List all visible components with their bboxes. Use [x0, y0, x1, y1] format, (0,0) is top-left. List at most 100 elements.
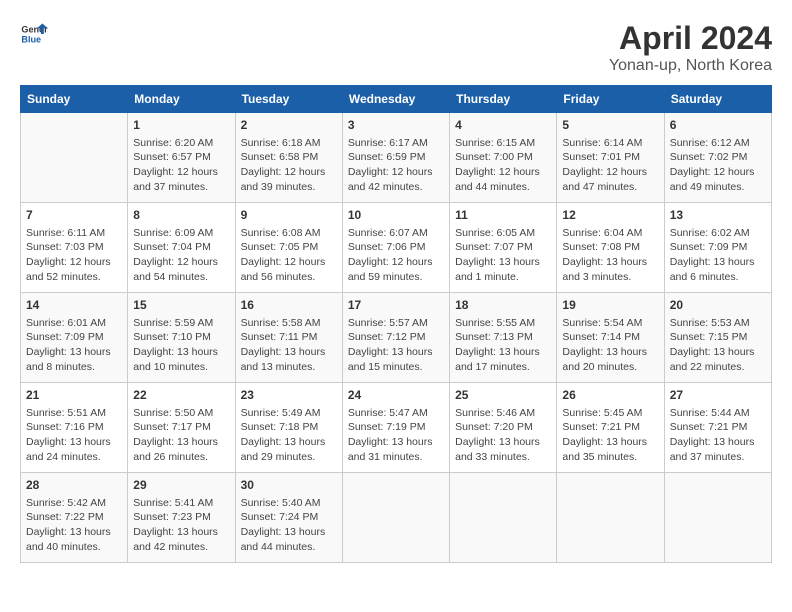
- day-number: 12: [562, 207, 658, 224]
- calendar-cell: 3Sunrise: 6:17 AM Sunset: 6:59 PM Daylig…: [342, 113, 449, 203]
- calendar-cell: [450, 473, 557, 563]
- day-number: 11: [455, 207, 551, 224]
- calendar-cell: 8 Sunrise: 6:09 AM Sunset: 7:04 PM Daylig…: [128, 203, 235, 293]
- calendar-cell: 21 Sunrise: 5:51 AM Sunset: 7:16 PM Dayli…: [21, 383, 128, 473]
- calendar-week-row: 7 Sunrise: 6:11 AM Sunset: 7:03 PM Daylig…: [21, 203, 772, 293]
- cell-sun-info: Sunrise: 5:47 AM Sunset: 7:19 PM Dayligh…: [348, 406, 444, 465]
- calendar-cell: 22 Sunrise: 5:50 AM Sunset: 7:17 PM Dayli…: [128, 383, 235, 473]
- calendar-cell: 7 Sunrise: 6:11 AM Sunset: 7:03 PM Daylig…: [21, 203, 128, 293]
- cell-sun-info: Sunrise: 6:18 AM Sunset: 6:58 PM Dayligh…: [241, 136, 337, 195]
- day-number: 18: [455, 297, 551, 314]
- day-number: 22: [133, 387, 229, 404]
- calendar-cell: 9 Sunrise: 6:08 AM Sunset: 7:05 PM Daylig…: [235, 203, 342, 293]
- weekday-header: Sunday: [21, 86, 128, 113]
- day-number: 3: [348, 117, 444, 134]
- calendar-cell: 18 Sunrise: 5:55 AM Sunset: 7:13 PM Dayli…: [450, 293, 557, 383]
- calendar-cell: 11 Sunrise: 6:05 AM Sunset: 7:07 PM Dayli…: [450, 203, 557, 293]
- day-number: 13: [670, 207, 766, 224]
- cell-sun-info: Sunrise: 6:11 AM Sunset: 7:03 PM Dayligh…: [26, 226, 122, 285]
- day-number: 4: [455, 117, 551, 134]
- calendar-cell: 10 Sunrise: 6:07 AM Sunset: 7:06 PM Dayli…: [342, 203, 449, 293]
- logo: General Blue: [20, 20, 48, 48]
- calendar-cell: 24 Sunrise: 5:47 AM Sunset: 7:19 PM Dayli…: [342, 383, 449, 473]
- weekday-header: Thursday: [450, 86, 557, 113]
- calendar-cell: 28 Sunrise: 5:42 AM Sunset: 7:22 PM Dayli…: [21, 473, 128, 563]
- cell-sun-info: Sunrise: 5:50 AM Sunset: 7:17 PM Dayligh…: [133, 406, 229, 465]
- day-number: 16: [241, 297, 337, 314]
- day-number: 20: [670, 297, 766, 314]
- page-header: General Blue April 2024 Yonan-up, North …: [20, 20, 772, 75]
- calendar-cell: 12Sunrise: 6:04 AM Sunset: 7:08 PM Dayli…: [557, 203, 664, 293]
- cell-sun-info: Sunrise: 5:40 AM Sunset: 7:24 PM Dayligh…: [241, 496, 337, 555]
- cell-sun-info: Sunrise: 6:09 AM Sunset: 7:04 PM Dayligh…: [133, 226, 229, 285]
- day-number: 23: [241, 387, 337, 404]
- calendar-week-row: 21 Sunrise: 5:51 AM Sunset: 7:16 PM Dayli…: [21, 383, 772, 473]
- calendar-subtitle: Yonan-up, North Korea: [609, 57, 772, 75]
- calendar-cell: [664, 473, 771, 563]
- calendar-cell: 29Sunrise: 5:41 AM Sunset: 7:23 PM Dayli…: [128, 473, 235, 563]
- calendar-cell: 15 Sunrise: 5:59 AM Sunset: 7:10 PM Dayli…: [128, 293, 235, 383]
- weekday-header: Monday: [128, 86, 235, 113]
- day-number: 29: [133, 477, 229, 494]
- day-number: 8: [133, 207, 229, 224]
- day-number: 7: [26, 207, 122, 224]
- calendar-cell: 27 Sunrise: 5:44 AM Sunset: 7:21 PM Dayli…: [664, 383, 771, 473]
- day-number: 9: [241, 207, 337, 224]
- cell-sun-info: Sunrise: 5:46 AM Sunset: 7:20 PM Dayligh…: [455, 406, 551, 465]
- day-number: 27: [670, 387, 766, 404]
- calendar-cell: 4 Sunrise: 6:15 AM Sunset: 7:00 PM Daylig…: [450, 113, 557, 203]
- day-number: 6: [670, 117, 766, 134]
- calendar-week-row: 14 Sunrise: 6:01 AM Sunset: 7:09 PM Dayli…: [21, 293, 772, 383]
- weekday-header: Wednesday: [342, 86, 449, 113]
- day-number: 15: [133, 297, 229, 314]
- cell-sun-info: Sunrise: 6:05 AM Sunset: 7:07 PM Dayligh…: [455, 226, 551, 285]
- day-number: 30: [241, 477, 337, 494]
- cell-sun-info: Sunrise: 6:20 AM Sunset: 6:57 PM Dayligh…: [133, 136, 229, 195]
- cell-sun-info: Sunrise: 6:02 AM Sunset: 7:09 PM Dayligh…: [670, 226, 766, 285]
- logo-icon: General Blue: [20, 20, 48, 48]
- calendar-cell: [557, 473, 664, 563]
- calendar-cell: 26Sunrise: 5:45 AM Sunset: 7:21 PM Dayli…: [557, 383, 664, 473]
- calendar-cell: 23 Sunrise: 5:49 AM Sunset: 7:18 PM Dayli…: [235, 383, 342, 473]
- cell-sun-info: Sunrise: 5:49 AM Sunset: 7:18 PM Dayligh…: [241, 406, 337, 465]
- cell-sun-info: Sunrise: 5:51 AM Sunset: 7:16 PM Dayligh…: [26, 406, 122, 465]
- weekday-header: Friday: [557, 86, 664, 113]
- calendar-header-row: SundayMondayTuesdayWednesdayThursdayFrid…: [21, 86, 772, 113]
- cell-sun-info: Sunrise: 5:57 AM Sunset: 7:12 PM Dayligh…: [348, 316, 444, 375]
- cell-sun-info: Sunrise: 6:07 AM Sunset: 7:06 PM Dayligh…: [348, 226, 444, 285]
- cell-sun-info: Sunrise: 6:15 AM Sunset: 7:00 PM Dayligh…: [455, 136, 551, 195]
- day-number: 25: [455, 387, 551, 404]
- calendar-cell: [21, 113, 128, 203]
- weekday-header: Saturday: [664, 86, 771, 113]
- calendar-table: SundayMondayTuesdayWednesdayThursdayFrid…: [20, 85, 772, 563]
- calendar-cell: 19 Sunrise: 5:54 AM Sunset: 7:14 PM Dayli…: [557, 293, 664, 383]
- day-number: 5: [562, 117, 658, 134]
- calendar-cell: 16 Sunrise: 5:58 AM Sunset: 7:11 PM Dayli…: [235, 293, 342, 383]
- day-number: 19: [562, 297, 658, 314]
- day-number: 2: [241, 117, 337, 134]
- cell-sun-info: Sunrise: 6:01 AM Sunset: 7:09 PM Dayligh…: [26, 316, 122, 375]
- cell-sun-info: Sunrise: 5:55 AM Sunset: 7:13 PM Dayligh…: [455, 316, 551, 375]
- calendar-cell: 1Sunrise: 6:20 AM Sunset: 6:57 PM Daylig…: [128, 113, 235, 203]
- weekday-header: Tuesday: [235, 86, 342, 113]
- title-block: April 2024 Yonan-up, North Korea: [609, 20, 772, 75]
- cell-sun-info: Sunrise: 5:44 AM Sunset: 7:21 PM Dayligh…: [670, 406, 766, 465]
- cell-sun-info: Sunrise: 5:42 AM Sunset: 7:22 PM Dayligh…: [26, 496, 122, 555]
- calendar-cell: 13 Sunrise: 6:02 AM Sunset: 7:09 PM Dayli…: [664, 203, 771, 293]
- calendar-cell: 20 Sunrise: 5:53 AM Sunset: 7:15 PM Dayli…: [664, 293, 771, 383]
- day-number: 21: [26, 387, 122, 404]
- cell-sun-info: Sunrise: 5:58 AM Sunset: 7:11 PM Dayligh…: [241, 316, 337, 375]
- cell-sun-info: Sunrise: 5:45 AM Sunset: 7:21 PM Dayligh…: [562, 406, 658, 465]
- day-number: 28: [26, 477, 122, 494]
- day-number: 24: [348, 387, 444, 404]
- cell-sun-info: Sunrise: 5:54 AM Sunset: 7:14 PM Dayligh…: [562, 316, 658, 375]
- day-number: 14: [26, 297, 122, 314]
- cell-sun-info: Sunrise: 5:59 AM Sunset: 7:10 PM Dayligh…: [133, 316, 229, 375]
- calendar-cell: 5Sunrise: 6:14 AM Sunset: 7:01 PM Daylig…: [557, 113, 664, 203]
- calendar-week-row: 28 Sunrise: 5:42 AM Sunset: 7:22 PM Dayli…: [21, 473, 772, 563]
- cell-sun-info: Sunrise: 5:53 AM Sunset: 7:15 PM Dayligh…: [670, 316, 766, 375]
- day-number: 10: [348, 207, 444, 224]
- calendar-cell: 30 Sunrise: 5:40 AM Sunset: 7:24 PM Dayli…: [235, 473, 342, 563]
- cell-sun-info: Sunrise: 6:08 AM Sunset: 7:05 PM Dayligh…: [241, 226, 337, 285]
- calendar-cell: 6Sunrise: 6:12 AM Sunset: 7:02 PM Daylig…: [664, 113, 771, 203]
